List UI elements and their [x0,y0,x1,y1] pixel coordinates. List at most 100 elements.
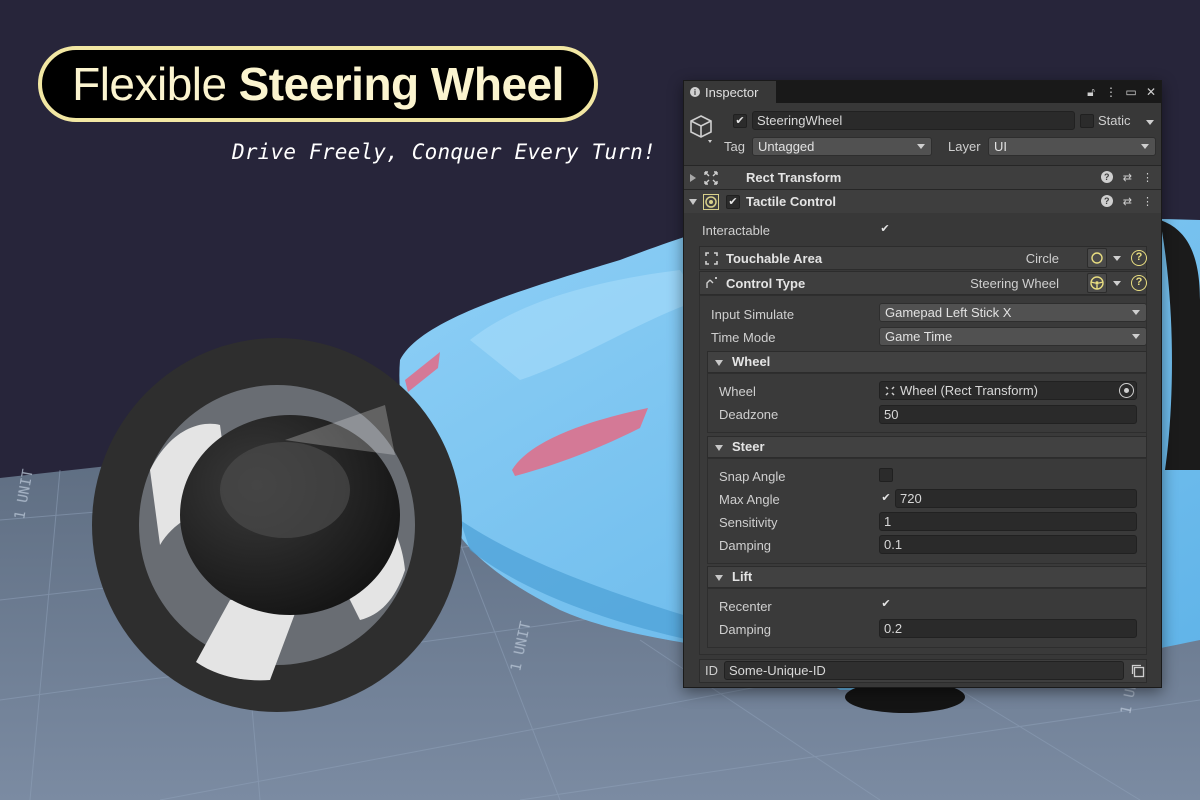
control-type-icon [706,277,717,288]
layer-value: UI [994,139,1007,154]
lift-damping-label: Damping [719,622,772,637]
max-angle-checkbox[interactable]: ✔ [879,492,893,506]
steering-wheel-icon [1090,276,1104,290]
wheel-hub-highlight [220,442,350,538]
chevron-down-icon [1132,334,1140,339]
chevron-down-icon[interactable] [1113,281,1121,286]
lift-section-title: Lift [732,569,753,584]
rect-transform-title: Rect Transform [746,170,842,185]
interactable-label: Interactable [702,223,770,238]
info-icon: i [690,87,700,97]
time-mode-label: Time Mode [711,330,776,345]
tag-value: Untagged [758,139,815,154]
recenter-label: Recenter [719,599,772,614]
touchable-area-icon [705,252,718,265]
copy-icon[interactable] [1130,663,1146,679]
input-simulate-value: Gamepad Left Stick X [885,305,1012,320]
object-name-field[interactable]: SteeringWheel [752,111,1075,130]
wheel-section-title: Wheel [732,354,771,369]
input-simulate-dropdown[interactable]: Gamepad Left Stick X [879,303,1147,322]
collapse-arrow-icon [715,445,723,451]
layer-dropdown[interactable]: UI [988,137,1156,156]
touchable-area-value: Circle [1025,251,1059,266]
preset-sliders-icon[interactable]: ⇄ [1123,195,1132,208]
lift-section-header[interactable]: Lift [707,566,1147,588]
tactile-control-enabled-checkbox[interactable]: ✔ [726,195,740,209]
snap-angle-label: Snap Angle [719,469,786,484]
steer-section-header[interactable]: Steer [707,436,1147,458]
steer-damping-label: Damping [719,538,772,553]
sensitivity-field[interactable]: 1 [879,512,1137,531]
interactable-checkbox[interactable]: ✔ [878,223,892,237]
input-simulate-label: Input Simulate [711,307,795,322]
wheel-section-header[interactable]: Wheel [707,351,1147,373]
time-mode-dropdown[interactable]: Game Time [879,327,1147,346]
inspector-tab[interactable]: i Inspector [684,81,776,103]
wheel-object-value: Wheel (Rect Transform) [900,383,1038,398]
tag-label: Tag [724,139,745,154]
recenter-checkbox[interactable]: ✔ [879,598,893,612]
steering-wheel-type-button[interactable] [1087,273,1107,293]
deadzone-field[interactable]: 50 [879,405,1137,424]
touchable-area-label: Touchable Area [726,251,823,266]
static-dropdown-caret[interactable] [1146,120,1154,125]
rect-transform-header[interactable]: Rect Transform ? ⇄ ⋮ [684,165,1161,189]
help-icon[interactable]: ? [1131,250,1147,266]
rect-transform-header-icons: ? ⇄ ⋮ [1100,171,1153,184]
sensitivity-label: Sensitivity [719,515,778,530]
wheel-label: Wheel [719,384,756,399]
tactile-control-header-icons: ? ⇄ ⋮ [1100,195,1153,208]
control-type-row[interactable]: Control Type Steering Wheel ? [699,271,1147,295]
snap-angle-checkbox[interactable] [879,468,893,482]
control-type-value: Steering Wheel [970,276,1059,291]
id-field[interactable]: Some-Unique-ID [724,661,1124,680]
more-icon[interactable]: ⋮ [1105,84,1117,100]
help-icon[interactable]: ? [1131,275,1147,291]
collapse-arrow-icon [689,199,697,205]
preset-sliders-icon[interactable]: ⇄ [1123,171,1132,184]
id-label: ID [705,663,718,678]
maximize-icon[interactable]: ▭ [1125,84,1137,100]
layer-label: Layer [948,139,981,154]
title-banner: Flexible Steering Wheel [38,46,598,122]
max-angle-field[interactable]: 720 [895,489,1137,508]
more-icon[interactable]: ⋮ [1142,195,1153,208]
deadzone-label: Deadzone [719,407,779,422]
help-icon[interactable]: ? [1100,195,1113,207]
object-picker-icon[interactable] [1119,383,1134,398]
lift-section-body [707,588,1147,648]
touchable-area-row[interactable]: Touchable Area Circle ? [699,246,1147,270]
tactile-control-icon [703,194,719,210]
tagline: Drive Freely, Conquer Every Turn! [232,140,656,164]
max-angle-label: Max Angle [719,492,780,507]
active-checkbox[interactable]: ✔ [733,114,747,128]
static-checkbox[interactable] [1080,114,1094,128]
id-row: ID Some-Unique-ID [699,659,1147,683]
steer-damping-field[interactable]: 0.1 [879,535,1137,554]
steering-wheel-model [92,338,462,712]
lock-icon[interactable]: 🔓︎ [1085,84,1097,100]
tactile-control-header[interactable]: ✔ Tactile Control ? ⇄ ⋮ [684,189,1161,213]
chevron-down-icon [917,144,925,149]
control-type-label: Control Type [726,276,806,291]
inspector-tabbar: i Inspector 🔓︎ ⋮ ▭ ✕ [684,81,1161,103]
inspector-tab-label: Inspector [705,84,759,100]
circle-shape-button[interactable] [1087,248,1107,268]
tactile-control-title: Tactile Control [746,194,837,209]
chevron-down-icon[interactable] [1113,256,1121,261]
steer-section-title: Steer [732,439,765,454]
expand-arrow-icon [690,174,696,182]
collapse-arrow-icon [715,360,723,366]
tag-dropdown[interactable]: Untagged [752,137,932,156]
title-bold-text: Steering Wheel [238,58,565,110]
help-icon[interactable]: ? [1100,171,1113,183]
inspector-panel: i Inspector 🔓︎ ⋮ ▭ ✕ ✔ SteeringWheel Sta… [683,80,1162,688]
rect-transform-icon [704,171,718,185]
collapse-arrow-icon [715,575,723,581]
more-icon[interactable]: ⋮ [1142,171,1153,184]
lift-damping-field[interactable]: 0.2 [879,619,1137,638]
title-light-text: Flexible [72,58,227,110]
wheel-object-field[interactable]: Wheel (Rect Transform) [879,381,1137,400]
time-mode-value: Game Time [885,329,953,344]
close-icon[interactable]: ✕ [1145,84,1157,100]
